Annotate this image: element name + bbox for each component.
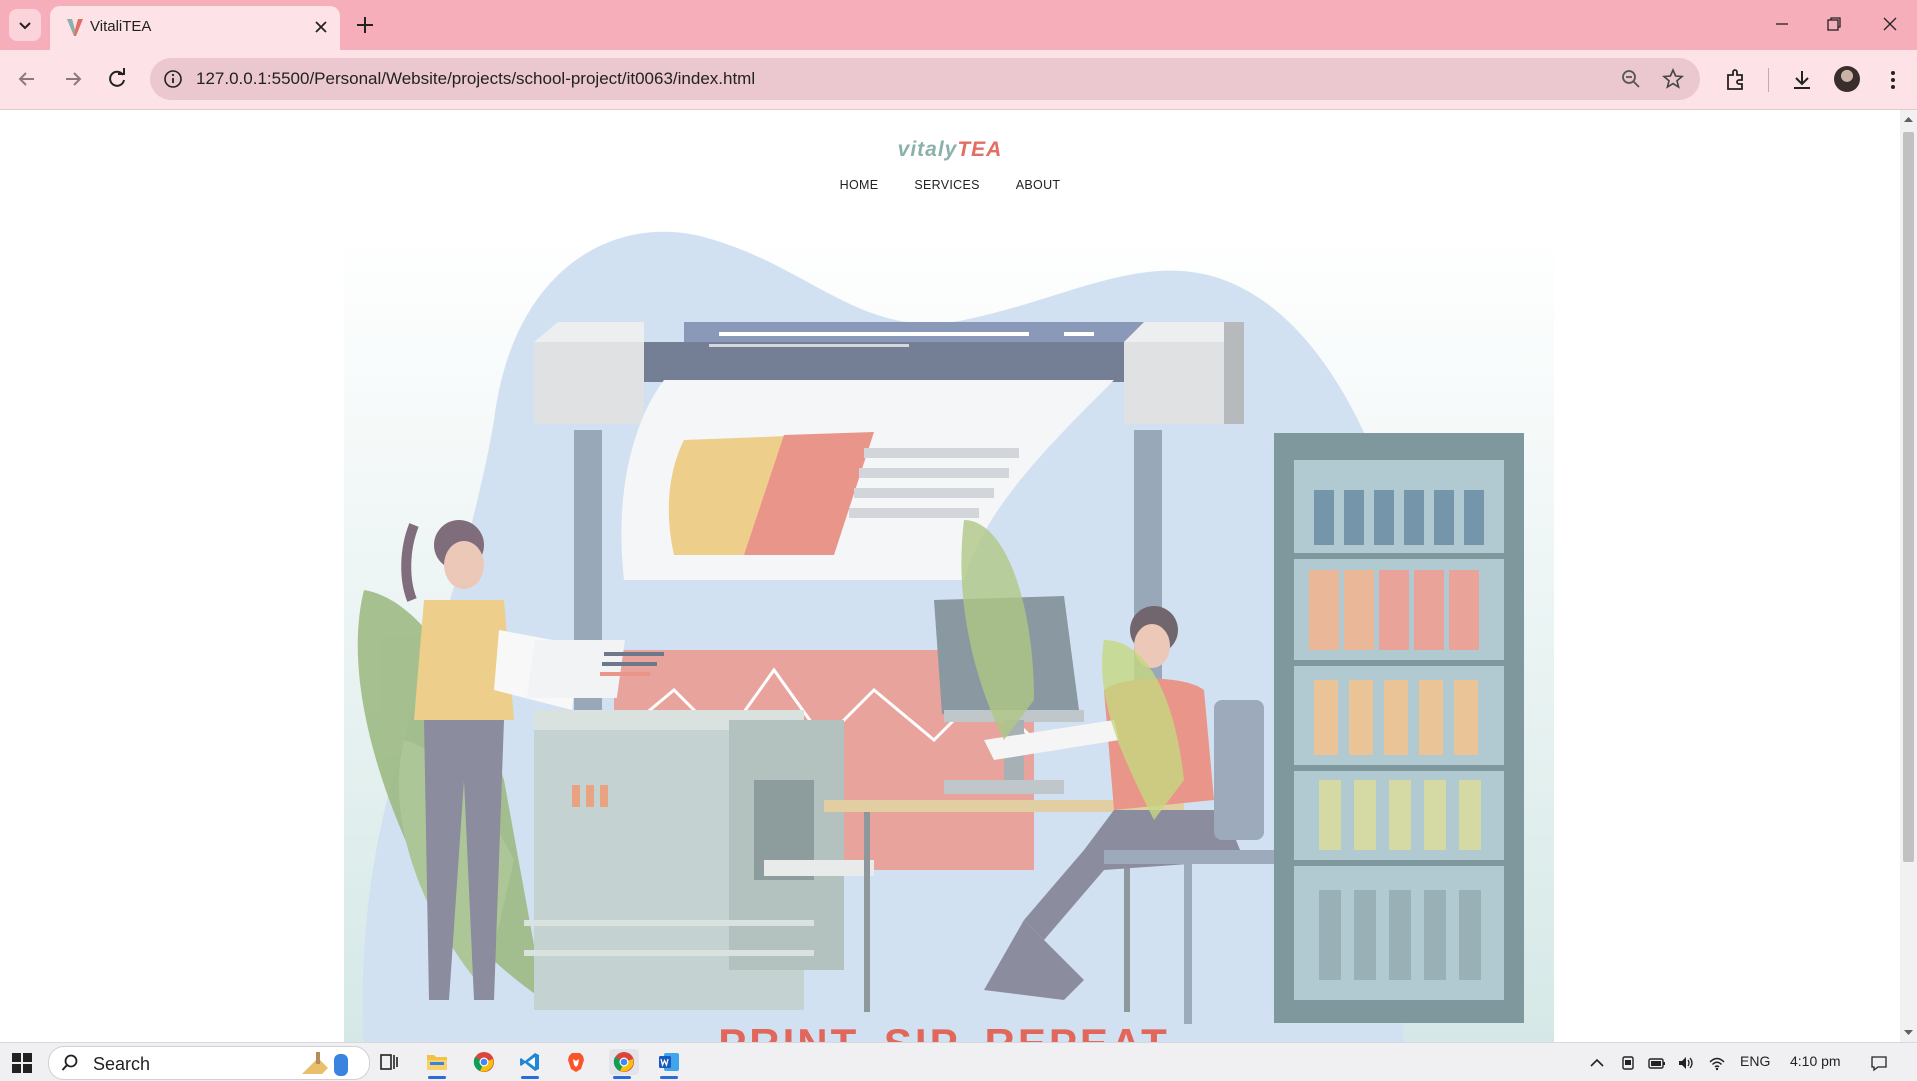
minimize-icon[interactable]	[1770, 12, 1794, 36]
chevron-down-icon	[19, 22, 31, 30]
profile-avatar[interactable]	[1834, 66, 1860, 92]
clock-time[interactable]: 4:10 pm	[1790, 1053, 1841, 1069]
chrome-button[interactable]	[471, 1049, 497, 1075]
page-scrollbar[interactable]	[1900, 110, 1917, 1042]
word-icon	[659, 1053, 679, 1071]
toolbar-divider	[1768, 68, 1769, 92]
hero-illustration: PRINT. SIP. REPEAT.	[344, 220, 1554, 1042]
active-tab[interactable]: VitaliTEA	[50, 6, 340, 50]
url-text[interactable]: 127.0.0.1:5500/Personal/Website/projects…	[196, 69, 755, 89]
taskbar-search[interactable]: Search	[48, 1046, 370, 1080]
logo-part-tea: TEA	[957, 138, 1003, 161]
task-view-button[interactable]	[376, 1049, 402, 1075]
tab-list-button[interactable]	[9, 9, 41, 41]
forward-icon[interactable]	[60, 66, 86, 92]
bookmark-star-icon[interactable]	[1662, 68, 1684, 90]
site-logo[interactable]: vitalyTEA	[0, 138, 1900, 162]
main-nav: HOME SERVICES ABOUT	[0, 178, 1900, 192]
tab-title: VitaliTEA	[90, 18, 152, 35]
hero-headline: PRINT. SIP. REPEAT.	[344, 1020, 1554, 1042]
brave-button[interactable]	[563, 1049, 589, 1075]
search-highlight-icon	[302, 1052, 348, 1076]
running-indicator	[660, 1076, 678, 1079]
running-indicator	[521, 1076, 539, 1079]
running-indicator	[428, 1076, 446, 1079]
notifications-icon[interactable]	[1870, 1054, 1888, 1072]
new-tab-icon[interactable]	[354, 14, 376, 36]
word-button[interactable]	[656, 1049, 682, 1079]
zoom-icon[interactable]	[1620, 68, 1642, 90]
close-window-icon[interactable]	[1878, 12, 1902, 36]
site-info-icon[interactable]	[162, 68, 184, 90]
vscode-icon	[520, 1053, 539, 1071]
menu-kebab-icon[interactable]	[1880, 67, 1906, 93]
volume-icon[interactable]	[1677, 1054, 1695, 1072]
show-hidden-icons-icon[interactable]	[1588, 1054, 1606, 1072]
reload-icon[interactable]	[104, 66, 130, 92]
search-icon	[61, 1054, 78, 1071]
language-indicator[interactable]: ENG	[1740, 1053, 1770, 1069]
task-view-icon	[380, 1054, 398, 1070]
running-indicator	[613, 1076, 631, 1079]
scroll-down-arrow-icon[interactable]	[1903, 1028, 1914, 1038]
device-icon[interactable]	[1619, 1054, 1637, 1072]
search-placeholder: Search	[93, 1054, 151, 1074]
nav-home-link[interactable]: HOME	[840, 178, 879, 192]
chrome-active-button[interactable]	[609, 1049, 639, 1079]
chrome-icon	[473, 1052, 494, 1072]
file-explorer-button[interactable]	[424, 1049, 450, 1079]
tab-bar: VitaliTEA	[0, 0, 1917, 50]
address-bar[interactable]: 127.0.0.1:5500/Personal/Website/projects…	[150, 58, 1700, 100]
browser-toolbar: 127.0.0.1:5500/Personal/Website/projects…	[0, 50, 1917, 110]
windows-start-icon[interactable]	[12, 1053, 32, 1073]
back-icon[interactable]	[14, 66, 40, 92]
nav-services-link[interactable]: SERVICES	[914, 178, 979, 192]
scroll-up-arrow-icon[interactable]	[1903, 114, 1914, 124]
wifi-icon[interactable]	[1708, 1054, 1726, 1072]
chrome-profile-icon	[613, 1052, 634, 1072]
extensions-icon[interactable]	[1723, 67, 1749, 93]
folder-icon	[427, 1055, 447, 1070]
print-shop-illustration	[344, 220, 1554, 1042]
close-tab-icon[interactable]	[312, 18, 330, 36]
logo-part-vitaly: vitaly	[897, 138, 958, 161]
scroll-thumb[interactable]	[1903, 132, 1914, 862]
favicon-v-icon	[67, 19, 83, 36]
hero-wash-overlay	[344, 220, 1554, 1042]
download-icon[interactable]	[1789, 67, 1815, 93]
page-viewport: vitalyTEA HOME SERVICES ABOUT	[0, 110, 1900, 1042]
vscode-button[interactable]	[517, 1049, 543, 1079]
windows-taskbar: Search ENG 4:10 pm	[0, 1042, 1917, 1081]
brave-icon	[568, 1053, 584, 1072]
battery-icon[interactable]	[1648, 1054, 1666, 1072]
restore-icon[interactable]	[1822, 12, 1846, 36]
nav-about-link[interactable]: ABOUT	[1016, 178, 1061, 192]
